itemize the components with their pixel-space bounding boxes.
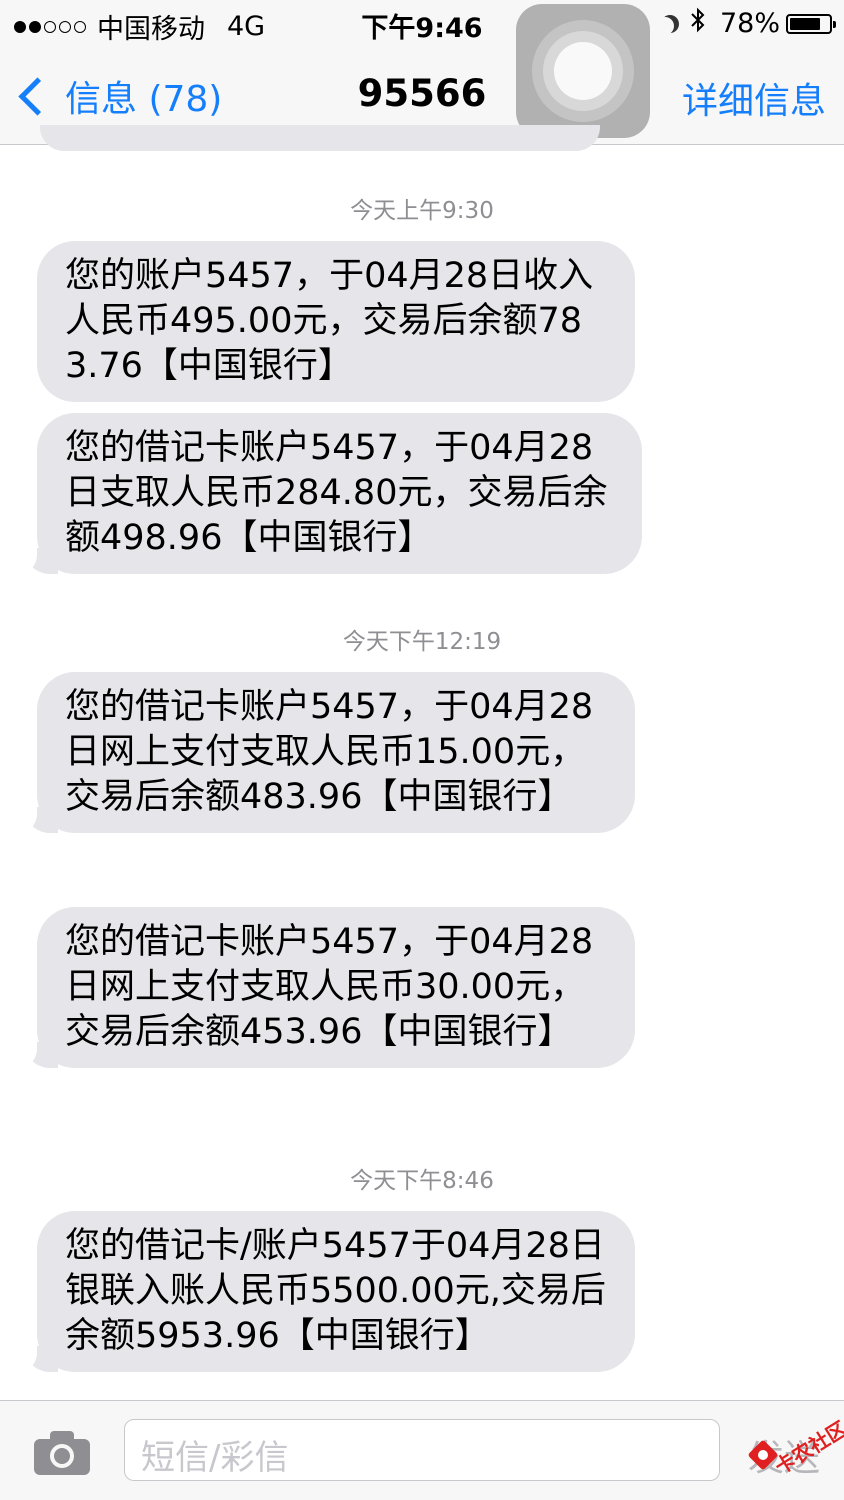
message-bubble[interactable]: 您的借记卡账户5457，于04月28日支取人民币284.80元，交易后余额498… xyxy=(12,413,642,575)
message-text: 您的借记卡账户5457，于04月28日支取人民币284.80元，交易后余额498… xyxy=(65,428,608,558)
messages-screen: 中国移动 4G 下午9:46 78% 信息 (78) 95566 详细信息 今天… xyxy=(0,0,844,1500)
message-input-bar: 短信/彩信 发送 xyxy=(0,1400,844,1500)
details-button[interactable]: 详细信息 xyxy=(682,72,826,124)
camera-button[interactable] xyxy=(34,1431,90,1475)
conversation-thread[interactable]: 今天上午9:30 您的账户5457，于04月28日收入人民币495.00元，交易… xyxy=(0,125,844,1400)
battery-icon xyxy=(786,13,836,34)
message-bubble[interactable]: 您的借记卡/账户5457于04月28日银联入账人民币5500.00元,交易后余额… xyxy=(12,1211,635,1373)
timestamp: 今天下午12:19 xyxy=(342,629,502,655)
message-bubble[interactable]: 您的账户5457，于04月28日收入人民币495.00元，交易后余额783.76… xyxy=(37,241,635,402)
timestamp: 今天下午8:46 xyxy=(350,1168,494,1194)
message-text: 您的借记卡账户5457，于04月28日网上支付支取人民币15.00元，交易后余额… xyxy=(65,687,594,817)
message-bubble[interactable]: 您的借记卡账户5457，于04月28日网上支付支取人民币15.00元，交易后余额… xyxy=(12,672,635,834)
message-text: 您的账户5457，于04月28日收入人民币495.00元，交易后余额783.76… xyxy=(65,256,594,386)
battery-fill xyxy=(790,17,820,30)
status-right: 78% xyxy=(662,7,836,40)
battery-percent: 78% xyxy=(719,8,780,39)
assistive-touch-button[interactable] xyxy=(516,4,650,138)
message-bubble[interactable]: 您的借记卡账户5457，于04月28日网上支付支取人民币30.00元，交易后余额… xyxy=(12,907,635,1069)
timestamp: 今天上午9:30 xyxy=(350,198,494,224)
message-text: 您的借记卡/账户5457于04月28日银联入账人民币5500.00元,交易后余额… xyxy=(65,1226,606,1356)
assistive-touch-icon xyxy=(554,42,612,100)
do-not-disturb-moon-icon xyxy=(656,17,674,35)
previous-message-bubble xyxy=(40,125,600,151)
message-text: 您的借记卡账户5457，于04月28日网上支付支取人民币30.00元，交易后余额… xyxy=(65,922,594,1052)
bluetooth-icon xyxy=(690,7,706,40)
message-input[interactable]: 短信/彩信 xyxy=(124,1419,720,1481)
send-button[interactable]: 发送 xyxy=(748,1429,820,1481)
status-bar: 中国移动 4G 下午9:46 78% xyxy=(0,0,844,46)
